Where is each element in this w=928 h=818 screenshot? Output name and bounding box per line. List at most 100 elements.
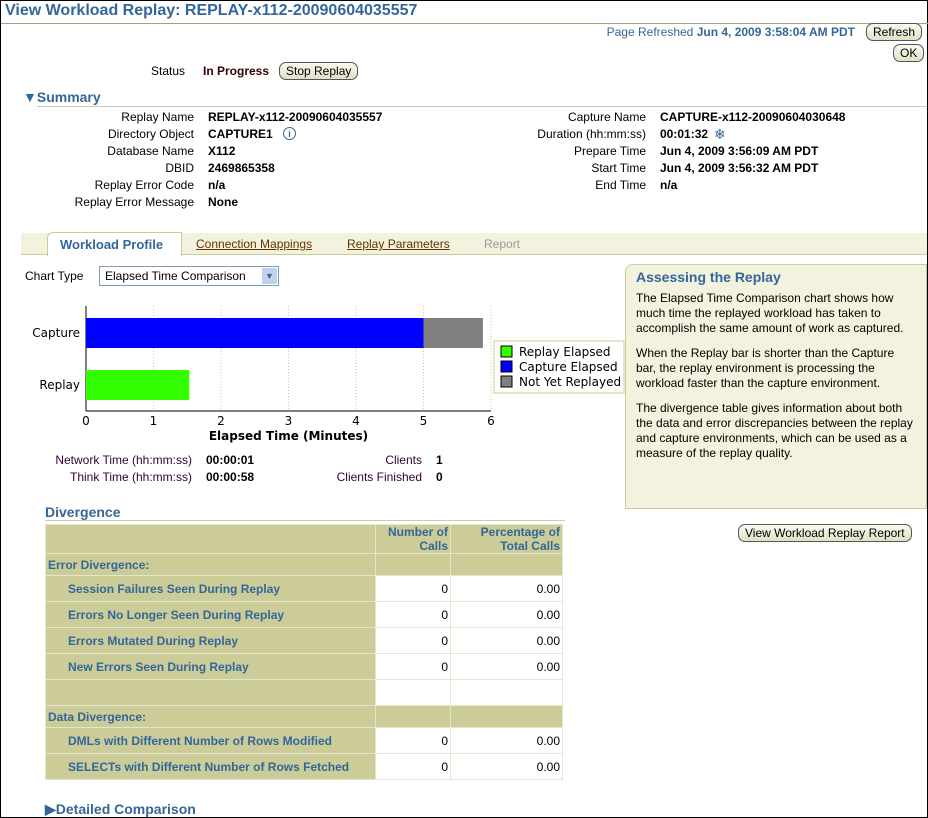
x-tick-label: 5 [420, 414, 428, 428]
stat-label: Clients Finished [336, 470, 422, 484]
chart-type-select[interactable]: Elapsed Time Comparison ▼ [99, 266, 279, 286]
expand-triangle-icon: ▶ [45, 801, 56, 817]
refresh-gear-icon: ❄ [714, 126, 726, 142]
summary-label: Duration (hh:mm:ss) [537, 127, 646, 141]
summary-label: Start Time [591, 161, 646, 175]
summary-label: Capture Name [567, 110, 646, 124]
pct-value: 0.00 [450, 601, 563, 628]
category-label: Data Divergence: [45, 705, 376, 728]
legend-label: Not Yet Replayed [519, 375, 621, 389]
x-tick-label: 1 [150, 414, 158, 428]
summary-value: 00:01:32 [660, 127, 709, 141]
calls-value: 0 [375, 575, 451, 602]
x-tick-label: 6 [487, 414, 495, 428]
x-tick-label: 2 [217, 414, 225, 428]
summary-label: DBID [165, 161, 194, 175]
tab-workload-profile[interactable]: Workload Profile [60, 237, 163, 252]
refreshed-label: Page Refreshed [606, 25, 694, 39]
x-tick-label: 3 [285, 414, 293, 428]
pct-value: 0.00 [450, 753, 563, 780]
divider [1, 23, 928, 24]
row-label: Session Failures Seen During Replay [45, 575, 376, 602]
info-icon[interactable]: i [283, 127, 296, 140]
calls-value: 0 [375, 727, 451, 754]
pct-value: 0.00 [450, 727, 563, 754]
summary-value: n/a [208, 178, 226, 192]
summary-label: Replay Error Message [74, 195, 194, 209]
calls-value: 0 [375, 753, 451, 780]
summary-value: n/a [660, 178, 678, 192]
legend-label: Replay Elapsed [519, 345, 611, 359]
stat-value: 00:00:58 [206, 470, 255, 484]
stat-label: Think Time (hh:mm:ss) [69, 470, 192, 484]
x-tick-label: 0 [82, 414, 90, 428]
collapse-triangle-icon: ▼ [23, 89, 37, 105]
table-row: DMLs with Different Number of Rows Modif… [45, 727, 563, 754]
table-row: Data Divergence: [45, 705, 563, 728]
tab-connection-mappings[interactable]: Connection Mappings [196, 237, 312, 251]
summary-value: REPLAY-x112-20090604035557 [208, 110, 383, 124]
stat-value: 1 [436, 453, 443, 467]
help-paragraph: The divergence table gives information a… [636, 401, 913, 460]
view-report-button[interactable]: View Workload Replay Report [738, 524, 912, 542]
summary-value: CAPTURE-x112-20090604030648 [660, 110, 846, 124]
stat-value: 00:00:01 [206, 453, 255, 467]
table-row: New Errors Seen During Replay 0 0.00 [45, 653, 563, 680]
summary-header[interactable]: ▼Summary [23, 89, 101, 105]
chevron-down-icon: ▼ [262, 268, 277, 284]
summary-label: Replay Name [121, 110, 194, 124]
summary-label: Prepare Time [573, 144, 646, 158]
ok-button[interactable]: OK [893, 44, 925, 62]
table-row: Errors Mutated During Replay 0 0.00 [45, 627, 563, 654]
stat-label: Network Time (hh:mm:ss) [55, 453, 192, 467]
row-label: Errors No Longer Seen During Replay [45, 601, 376, 628]
elapsed-time-chart: 0 1 2 3 4 5 6 Capture Replay Elapsed Time (Minute… [32, 306, 625, 443]
summary-label: Replay Error Code [94, 178, 194, 192]
pct-value: 0.00 [450, 575, 563, 602]
help-title: Assessing the Replay [636, 269, 781, 285]
summary-value: None [208, 195, 238, 209]
pct-value: 0.00 [450, 653, 563, 680]
summary-value: X112 [208, 144, 236, 158]
summary-value: Jun 4, 2009 3:56:32 AM PDT [660, 161, 819, 175]
row-label: DMLs with Different Number of Rows Modif… [45, 727, 376, 754]
table-row [45, 679, 563, 706]
row-label: Errors Mutated During Replay [45, 627, 376, 654]
y-tick-label: Capture [32, 326, 80, 340]
tab-replay-parameters[interactable]: Replay Parameters [347, 237, 450, 251]
stop-replay-button[interactable]: Stop Replay [279, 62, 359, 80]
legend-swatch [500, 375, 513, 388]
bar-not-yet-replayed [423, 318, 483, 348]
table-row: Error Divergence: [45, 553, 563, 576]
page-title: View Workload Replay: REPLAY-x112-200906… [5, 2, 418, 19]
bar-replay-elapsed [86, 370, 190, 400]
refresh-button[interactable]: Refresh [866, 23, 923, 41]
summary-value: 2469865358 [208, 161, 275, 175]
summary-value: CAPTURE1 [208, 127, 273, 141]
legend-label: Capture Elapsed [519, 360, 618, 374]
calls-value: 0 [375, 627, 451, 654]
divergence-table: Number of Calls Percentage of Total Calls… [45, 524, 563, 780]
tab-report: Report [484, 237, 521, 251]
stat-label: Clients [385, 453, 422, 467]
y-tick-label: Replay [39, 378, 80, 392]
category-label: Error Divergence: [45, 553, 376, 576]
x-axis-title: Elapsed Time (Minutes) [209, 429, 368, 443]
status-label: Status [151, 64, 186, 78]
summary-value: Jun 4, 2009 3:56:09 AM PDT [660, 144, 819, 158]
status-value: In Progress [203, 64, 270, 78]
bar-capture-elapsed [86, 318, 424, 348]
page-refreshed: Page Refreshed Jun 4, 2009 3:58:04 AM PD… [607, 25, 855, 39]
pct-value: 0.00 [450, 627, 563, 654]
help-paragraph: When the Replay bar is shorter than the … [636, 346, 895, 390]
summary-label: Database Name [107, 144, 194, 158]
row-label: New Errors Seen During Replay [45, 653, 376, 680]
x-tick-label: 4 [352, 414, 360, 428]
detailed-comparison-header[interactable]: ▶Detailed Comparison [45, 801, 196, 818]
row-label: SELECTs with Different Number of Rows Fe… [45, 753, 376, 780]
summary-label: End Time [595, 178, 646, 192]
help-paragraph: The Elapsed Time Comparison chart shows … [636, 291, 904, 335]
chart-type-label: Chart Type [25, 269, 84, 283]
legend-swatch [500, 345, 513, 358]
table-row: Number of Calls Percentage of Total Calls [45, 524, 563, 554]
